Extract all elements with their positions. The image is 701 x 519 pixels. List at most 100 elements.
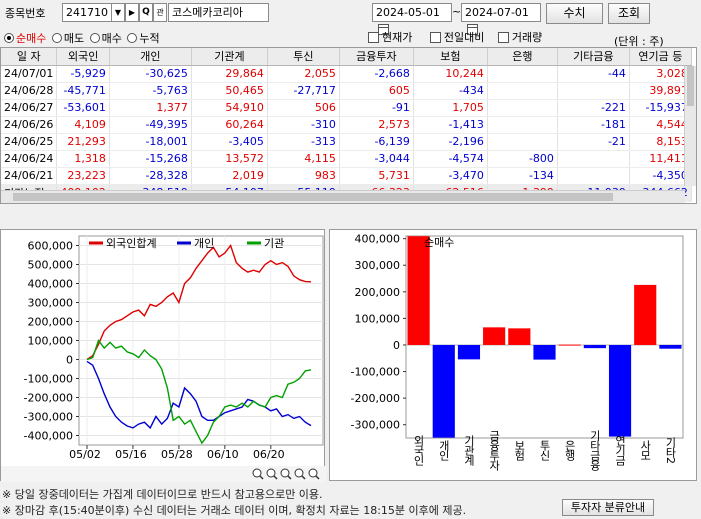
category-label: 기관계 (462, 435, 475, 467)
column-header[interactable]: 일 자 (1, 48, 58, 66)
related-stock-icon[interactable]: 관 (153, 3, 167, 22)
check-volume[interactable]: 거래량 (497, 31, 542, 44)
value-cell (487, 116, 558, 134)
bar (483, 327, 506, 345)
value-cell: 506 (267, 99, 340, 117)
value-cell: -3,405 (191, 133, 268, 151)
value-cell: -4,574 (413, 150, 488, 168)
table-header-row: 일 자 외국인 개인 기관계 투신 금융투자 보험 은행 기타금융 연기금 등 (1, 48, 692, 66)
value-cell: 2,055 (267, 65, 340, 83)
bar (432, 344, 455, 438)
date-cell: 24/07/01 (1, 65, 58, 83)
value-cell (487, 133, 558, 151)
value-cell: -44 (557, 65, 630, 83)
checkbox-icon (368, 32, 379, 43)
value-cell: -6,139 (339, 133, 414, 151)
next-code-icon[interactable]: ▶ (125, 3, 139, 22)
view-mode-radios: 순매수 매도 매수 누적 (4, 30, 160, 46)
zoom-fit-icon[interactable] (280, 468, 290, 478)
radio-net-buy[interactable]: 순매수 (4, 32, 46, 45)
category-label: 기타금융 (588, 430, 601, 471)
checkbox-icon (497, 32, 509, 43)
table-row[interactable]: 24/06/24 1,318 -15,268 13,572 4,115 -3,044 -4,… (1, 150, 692, 168)
code-input[interactable]: 241710 (62, 3, 112, 22)
date-cell: 24/06/28 (1, 82, 58, 100)
y-tick-label: 0 (393, 339, 400, 352)
table-row[interactable]: 24/07/01 -5,929 -30,625 29,864 2,055 -2,668 10… (1, 65, 692, 83)
value-cell: 2,573 (339, 116, 414, 134)
value-cell: -800 (487, 150, 558, 168)
radio-buy[interactable]: 매수 (89, 32, 122, 45)
check-current-price[interactable]: 현재가 (368, 31, 412, 44)
date-to-field[interactable]: 2024-07-01 (461, 3, 541, 35)
legend-swatch (414, 238, 422, 246)
column-header[interactable]: 은행 (487, 48, 558, 66)
table-row[interactable]: 24/06/26 4,109 -49,395 60,264 -310 2,573 -1,41… (1, 116, 692, 134)
y-tick-label: 400,000 (28, 278, 74, 291)
column-header[interactable]: 기타금융 (557, 48, 630, 66)
table-row[interactable]: 24/06/21 23,223 -28,328 2,019 983 5,731 -3,470… (1, 167, 692, 185)
query-button[interactable]: 조회 (608, 3, 650, 24)
value-cell: -1,413 (413, 116, 488, 134)
y-tick-label: 200,000 (28, 316, 74, 329)
value-cell: -15,268 (109, 150, 192, 168)
date-separator: ~ (452, 5, 462, 18)
value-cell: 23,223 (56, 167, 110, 185)
y-tick-label: -100,000 (351, 366, 400, 379)
scroll-thumb[interactable] (687, 66, 694, 106)
code-dropdown-icon[interactable]: ▼ (111, 3, 125, 22)
category-label: 금융투자 (488, 430, 501, 471)
table-row[interactable]: 24/06/28 -45,771 -5,763 50,465 -27,717 605 -43… (1, 82, 692, 100)
radio-cumulative[interactable]: 누적 (127, 32, 160, 45)
date-from-field[interactable]: 2024-05-01 (372, 3, 452, 35)
value-cell (487, 65, 558, 83)
column-header[interactable]: 개인 (109, 48, 192, 66)
check-prev-change[interactable]: 전일대비 (429, 31, 484, 44)
investor-table[interactable]: 일 자 외국인 개인 기관계 투신 금융투자 보험 은행 기타금융 연기금 등 24/07/01-… (0, 47, 697, 204)
x-tick-label: 06/10 (207, 448, 239, 461)
y-tick-label: 600,000 (28, 240, 74, 253)
chart-toolbar (1, 466, 326, 482)
date-to-value: 2024-07-01 (465, 6, 529, 19)
x-tick-label: 05/16 (115, 448, 147, 461)
value-cell: 4,115 (267, 150, 340, 168)
column-header[interactable]: 연기금 등 (629, 48, 692, 66)
column-header[interactable]: 기관계 (191, 48, 268, 66)
investor-guide-button[interactable]: 투자자 분류안내 (562, 499, 654, 516)
value-cell: -27,717 (267, 82, 340, 100)
column-header[interactable]: 금융투자 (339, 48, 414, 66)
search-icon[interactable]: Q (139, 3, 153, 22)
table-row[interactable]: 24/06/25 21,293 -18,001 -3,405 -313 -6,139 -2,… (1, 133, 692, 151)
value-cell: -2,668 (339, 65, 414, 83)
value-cell: 11,411 (629, 150, 692, 168)
table-row[interactable]: 24/06/27 -53,601 1,377 54,910 506 -91 1,705 -22… (1, 99, 692, 117)
y-tick-label: 500,000 (28, 259, 74, 272)
radio-icon (51, 33, 62, 43)
column-header[interactable]: 외국인 (56, 48, 110, 66)
date-from-value: 2024-05-01 (376, 6, 440, 19)
horizontal-scrollbar[interactable] (1, 190, 685, 203)
category-label: 은행 (563, 440, 576, 461)
numeric-button[interactable]: 수치 (546, 3, 603, 24)
resize-icon[interactable] (252, 468, 262, 478)
value-cell (487, 82, 558, 100)
value-cell: 4,109 (56, 116, 110, 134)
value-cell: -30,625 (109, 65, 192, 83)
net-buy-bar-chart: 400,000 300,000 200,000 100,000 0 -100,000 -20… (329, 229, 697, 481)
scroll-thumb[interactable] (13, 193, 613, 201)
value-cell (557, 167, 630, 185)
radio-sell[interactable]: 매도 (51, 32, 84, 45)
vertical-scrollbar[interactable] (684, 66, 696, 186)
zoom-icon[interactable] (294, 468, 304, 478)
value-cell: 1,318 (56, 150, 110, 168)
column-header[interactable]: 보험 (413, 48, 488, 66)
column-checks: 현재가 전일대비 거래량 (368, 29, 542, 45)
category-label: 기타2 (664, 437, 677, 463)
bar (407, 236, 430, 345)
zoom-in-icon[interactable] (266, 468, 276, 478)
zoom-out-icon[interactable] (308, 468, 318, 478)
checkbox-icon (429, 32, 441, 43)
y-tick-label: 100,000 (28, 335, 74, 348)
y-tick-label: 100,000 (355, 312, 401, 325)
column-header[interactable]: 투신 (267, 48, 340, 66)
